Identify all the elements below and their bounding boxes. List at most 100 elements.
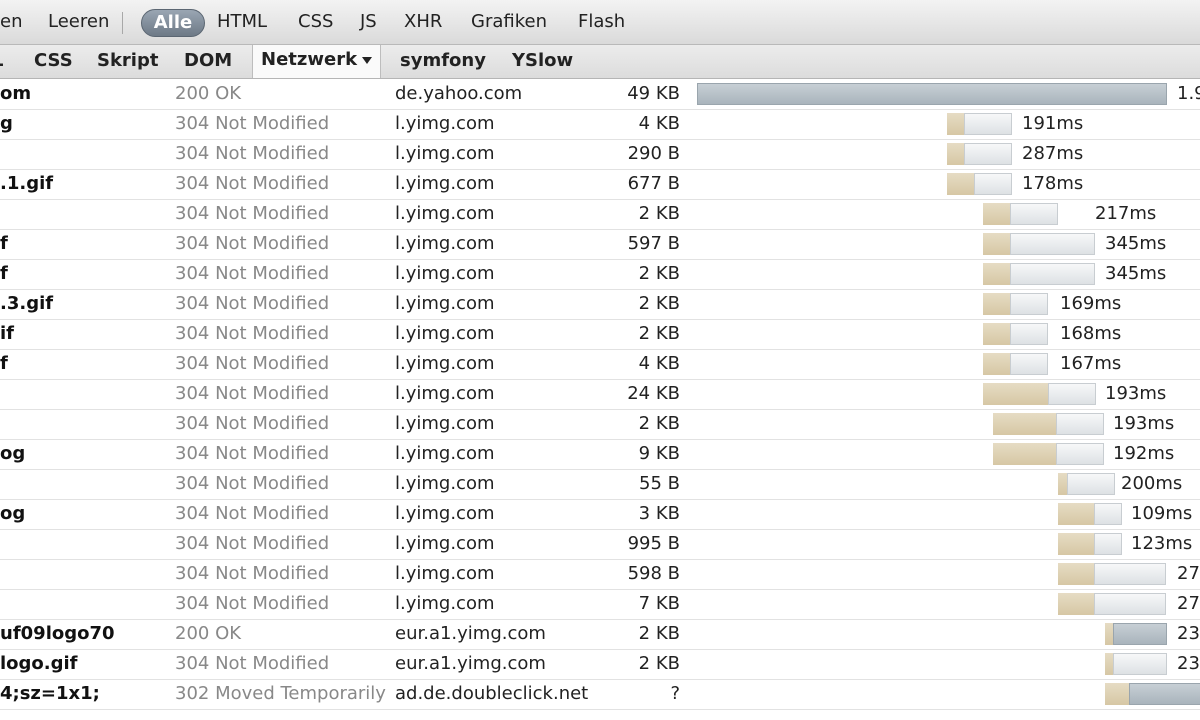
table-row[interactable]: f 304 Not Modified l.yimg.com 597 B 345ms — [0, 229, 1200, 260]
request-status: 302 Moved Temporarily — [175, 683, 386, 704]
request-filename: og — [0, 443, 26, 464]
request-filename: .1.gif — [0, 173, 54, 194]
request-status: 304 Not Modified — [175, 143, 330, 164]
timeline-receive-bar — [1010, 323, 1048, 345]
filter-all-button[interactable]: Alle — [141, 9, 205, 37]
request-size: 3 KB — [638, 503, 680, 524]
request-domain: l.yimg.com — [395, 353, 495, 374]
table-row[interactable]: 304 Not Modified l.yimg.com 24 KB 193ms — [0, 379, 1200, 410]
timeline-receive-bar — [697, 83, 1167, 105]
request-status: 304 Not Modified — [175, 443, 330, 464]
clear-button[interactable]: Leeren — [48, 11, 109, 32]
timeline-receive-bar — [1094, 563, 1166, 585]
timeline-receive-bar — [1010, 263, 1095, 285]
request-size: 7 KB — [638, 593, 680, 614]
timeline-wait-bar — [1105, 683, 1129, 705]
request-domain: l.yimg.com — [395, 263, 495, 284]
request-time: 23 — [1177, 623, 1200, 644]
table-row[interactable]: .1.gif 304 Not Modified l.yimg.com 677 B 178… — [0, 169, 1200, 200]
tab-console[interactable]: L — [0, 50, 3, 71]
timeline-receive-bar — [1113, 653, 1167, 675]
filter-images-button[interactable]: Grafiken — [471, 11, 547, 32]
tab-network[interactable]: Netzwerk — [252, 45, 382, 78]
request-size: 4 KB — [638, 353, 680, 374]
tab-yslow[interactable]: YSlow — [512, 50, 573, 71]
request-domain: l.yimg.com — [395, 593, 495, 614]
request-domain: l.yimg.com — [395, 473, 495, 494]
request-status: 304 Not Modified — [175, 383, 330, 404]
tab-dom[interactable]: DOM — [184, 50, 232, 71]
request-status: 304 Not Modified — [175, 563, 330, 584]
filter-html-button[interactable]: HTML — [217, 11, 267, 32]
request-size: 9 KB — [638, 443, 680, 464]
timeline-wait-bar — [983, 293, 1010, 315]
table-row[interactable]: og 304 Not Modified l.yimg.com 3 KB 109ms — [0, 499, 1200, 530]
request-status: 304 Not Modified — [175, 533, 330, 554]
tab-symfony[interactable]: symfony — [400, 50, 486, 71]
table-row[interactable]: 304 Not Modified l.yimg.com 2 KB 217ms — [0, 199, 1200, 230]
request-time: 193ms — [1105, 383, 1167, 404]
request-time: 193ms — [1113, 413, 1175, 434]
request-time: 168ms — [1060, 323, 1122, 344]
table-row[interactable]: 304 Not Modified l.yimg.com 995 B 123ms — [0, 529, 1200, 560]
net-filter-toolbar: en Leeren Alle HTML CSS JS XHR Grafiken … — [0, 0, 1200, 45]
request-domain: l.yimg.com — [395, 383, 495, 404]
request-status: 304 Not Modified — [175, 293, 330, 314]
request-filename: om — [0, 83, 32, 104]
filter-css-button[interactable]: CSS — [298, 11, 333, 32]
request-time: 345ms — [1105, 263, 1167, 284]
request-time: 191ms — [1022, 113, 1084, 134]
timeline-wait-bar — [947, 173, 974, 195]
timeline-receive-bar — [1010, 293, 1048, 315]
tab-script[interactable]: Skript — [97, 50, 158, 71]
timeline-receive-bar — [1048, 383, 1096, 405]
toolbar-item-en[interactable]: en — [0, 11, 22, 32]
filter-js-button[interactable]: JS — [360, 11, 377, 32]
filter-flash-button[interactable]: Flash — [578, 11, 625, 32]
table-row[interactable]: .3.gif 304 Not Modified l.yimg.com 2 KB 169m… — [0, 289, 1200, 320]
table-row[interactable]: 304 Not Modified l.yimg.com 7 KB 27 — [0, 589, 1200, 620]
table-row[interactable]: 304 Not Modified l.yimg.com 2 KB 193ms — [0, 409, 1200, 440]
request-domain: l.yimg.com — [395, 173, 495, 194]
panel-tab-bar: L CSS Skript DOM Netzwerk symfony YSlow — [0, 45, 1200, 79]
request-domain: eur.a1.yimg.com — [395, 623, 546, 644]
request-time: 1.9 — [1177, 83, 1200, 104]
timeline-wait-bar — [983, 203, 1010, 225]
table-row[interactable]: 304 Not Modified l.yimg.com 598 B 27 — [0, 559, 1200, 590]
request-status: 200 OK — [175, 83, 242, 104]
table-row[interactable]: f 304 Not Modified l.yimg.com 2 KB 345ms — [0, 259, 1200, 290]
table-row[interactable]: if 304 Not Modified l.yimg.com 2 KB 168ms — [0, 319, 1200, 350]
request-status: 304 Not Modified — [175, 473, 330, 494]
chevron-down-icon[interactable] — [362, 56, 373, 64]
table-row[interactable]: 304 Not Modified l.yimg.com 55 B 200ms — [0, 469, 1200, 500]
request-filename: f — [0, 353, 8, 374]
request-size: 2 KB — [638, 263, 680, 284]
table-row[interactable]: 304 Not Modified l.yimg.com 290 B 287ms — [0, 139, 1200, 170]
tab-css[interactable]: CSS — [34, 50, 73, 71]
tab-network-label: Netzwerk — [261, 49, 358, 70]
timeline-receive-bar — [964, 113, 1012, 135]
table-row[interactable]: uf09logo70 200 OK eur.a1.yimg.com 2 KB 23 — [0, 619, 1200, 650]
request-status: 304 Not Modified — [175, 173, 330, 194]
table-row[interactable]: g 304 Not Modified l.yimg.com 4 KB 191ms — [0, 109, 1200, 140]
request-domain: l.yimg.com — [395, 533, 495, 554]
request-time: 27 — [1177, 593, 1200, 614]
request-domain: l.yimg.com — [395, 323, 495, 344]
toolbar-divider — [122, 12, 123, 34]
table-row[interactable]: og 304 Not Modified l.yimg.com 9 KB 192ms — [0, 439, 1200, 470]
request-time: 27 — [1177, 563, 1200, 584]
table-row[interactable]: logo.gif 304 Not Modified eur.a1.yimg.com 2… — [0, 649, 1200, 680]
request-status: 304 Not Modified — [175, 413, 330, 434]
timeline-wait-bar — [1058, 593, 1094, 615]
timeline-receive-bar — [1094, 503, 1122, 525]
request-time: 200ms — [1121, 473, 1183, 494]
request-size: 2 KB — [638, 413, 680, 434]
table-row[interactable]: 4;sz=1x1; 302 Moved Temporarily ad.de.doub… — [0, 679, 1200, 710]
request-domain: l.yimg.com — [395, 293, 495, 314]
request-status: 304 Not Modified — [175, 233, 330, 254]
request-size: 49 KB — [627, 83, 680, 104]
table-row[interactable]: om 200 OK de.yahoo.com 49 KB 1.9 — [0, 79, 1200, 110]
filter-xhr-button[interactable]: XHR — [404, 11, 442, 32]
request-status: 304 Not Modified — [175, 323, 330, 344]
table-row[interactable]: f 304 Not Modified l.yimg.com 4 KB 167ms — [0, 349, 1200, 380]
